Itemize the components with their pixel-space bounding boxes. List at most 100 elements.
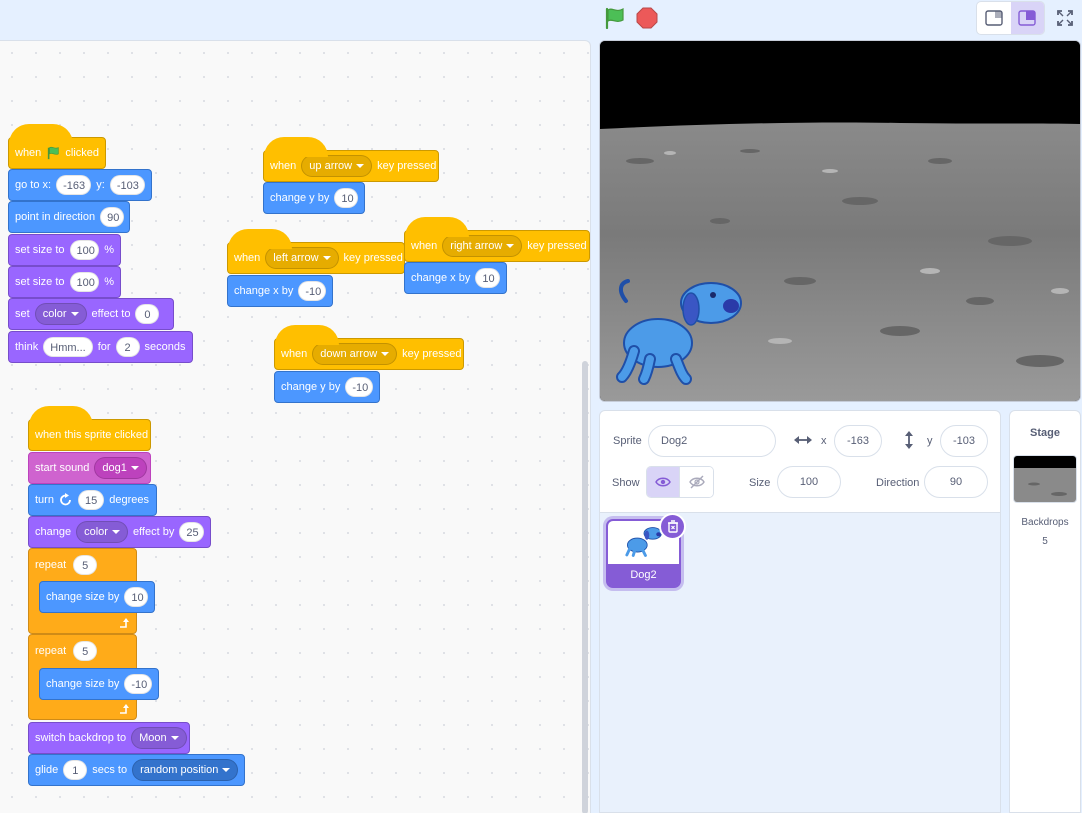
turn-degrees-block[interactable]: turn 15 degrees	[28, 484, 157, 516]
block-text: effect by	[132, 526, 175, 538]
change-input[interactable]: -10	[298, 281, 326, 301]
dropdown-text: right arrow	[450, 240, 503, 252]
delete-sprite-button[interactable]	[659, 513, 686, 540]
change-input[interactable]: -10	[345, 377, 373, 397]
key-dropdown[interactable]: left arrow	[265, 247, 339, 269]
glide-target-dropdown[interactable]: random position	[132, 759, 239, 781]
think-text-input[interactable]: Hmm...	[43, 337, 93, 357]
when-key-pressed-block[interactable]: when right arrow key pressed	[404, 217, 590, 262]
direction-input[interactable]: 90	[100, 207, 125, 227]
change-input[interactable]: 10	[475, 268, 500, 288]
set-size-block[interactable]: set size to 100 %	[8, 266, 121, 298]
dropdown-text: left arrow	[273, 252, 319, 264]
show-button[interactable]	[647, 467, 681, 497]
block-text: for	[97, 341, 111, 353]
stage-title: Stage	[1030, 427, 1060, 439]
when-key-pressed-block[interactable]: when left arrow key pressed	[227, 229, 405, 274]
size-input[interactable]: 100	[69, 272, 100, 292]
block-text: set size to	[15, 276, 65, 288]
block-text: when	[411, 240, 438, 252]
block-text: when this sprite clicked	[35, 429, 149, 441]
backdrops-label: Backdrops	[1021, 517, 1069, 528]
code-workspace[interactable]: when clicked go to x: -163 y: -103 point…	[0, 40, 591, 813]
stop-button[interactable]	[636, 7, 658, 29]
when-key-pressed-block[interactable]: when up arrow key pressed	[263, 137, 439, 182]
sprite-list: Dog2	[600, 513, 1000, 812]
set-effect-block[interactable]: set color effect to 0	[8, 298, 174, 330]
horizontal-arrows-icon	[794, 436, 812, 444]
sprite-name-field[interactable]: Dog2	[648, 425, 776, 457]
stage-selector[interactable]: Stage Backdrops 5	[1009, 410, 1081, 813]
stop-icon	[636, 7, 658, 29]
change-y-block[interactable]: change y by 10	[263, 182, 365, 214]
workspace-scrollbar[interactable]	[582, 361, 588, 813]
block-text: change y by	[270, 192, 330, 204]
switch-backdrop-block[interactable]: switch backdrop to Moon	[28, 722, 190, 754]
chevron-down-icon	[506, 244, 515, 248]
start-sound-block[interactable]: start sound dog1	[28, 452, 151, 484]
when-key-pressed-block[interactable]: when down arrow key pressed	[274, 325, 464, 370]
size-change-input[interactable]: -10	[124, 674, 152, 694]
visibility-toggle	[646, 466, 714, 498]
sound-dropdown[interactable]: dog1	[94, 457, 147, 479]
change-y-block[interactable]: change y by -10	[274, 371, 380, 403]
change-effect-block[interactable]: change color effect by 25	[28, 516, 211, 548]
go-to-xy-block[interactable]: go to x: -163 y: -103	[8, 169, 152, 201]
effect-input[interactable]: 0	[135, 304, 160, 324]
block-text: effect to	[91, 308, 131, 320]
block-text: seconds	[144, 341, 186, 353]
change-input[interactable]: 10	[334, 188, 359, 208]
degrees-input[interactable]: 15	[77, 490, 105, 510]
large-stage-button[interactable]	[1010, 2, 1044, 34]
small-stage-icon	[985, 10, 1003, 26]
x-label: x	[821, 435, 827, 447]
green-flag-button[interactable]	[603, 7, 627, 30]
repeat-count-input[interactable]: 5	[73, 555, 98, 575]
size-field[interactable]: 100	[777, 466, 841, 498]
think-for-secs-block[interactable]: think Hmm... for 2 seconds	[8, 331, 193, 363]
glide-secs-input[interactable]: 1	[63, 760, 88, 780]
when-sprite-clicked-block[interactable]: when this sprite clicked	[28, 406, 151, 451]
moon-backdrop	[600, 41, 1080, 401]
block-text: change x by	[411, 272, 471, 284]
key-dropdown[interactable]: up arrow	[301, 155, 373, 177]
chevron-down-icon	[222, 768, 231, 772]
block-text: key pressed	[343, 252, 403, 264]
small-stage-button[interactable]	[977, 2, 1011, 34]
glide-block[interactable]: glide 1 secs to random position	[28, 754, 245, 786]
block-text: key pressed	[377, 160, 437, 172]
backdrop-dropdown[interactable]: Moon	[131, 727, 187, 749]
effect-dropdown[interactable]: color	[76, 521, 128, 543]
sprite-tile-name: Dog2	[608, 564, 679, 586]
change-size-block[interactable]: change size by -10	[39, 668, 159, 700]
point-in-direction-block[interactable]: point in direction 90	[8, 201, 130, 233]
direction-field[interactable]: 90	[924, 466, 988, 498]
repeat-count-input[interactable]: 5	[73, 641, 98, 661]
change-x-block[interactable]: change x by 10	[404, 262, 507, 294]
fullscreen-button[interactable]	[1048, 1, 1081, 35]
change-size-block[interactable]: change size by 10	[39, 581, 155, 613]
set-size-block[interactable]: set size to 100 %	[8, 234, 121, 266]
block-text: secs to	[92, 764, 128, 776]
block-text: switch backdrop to	[35, 732, 127, 744]
hide-button[interactable]	[680, 467, 713, 497]
when-flag-clicked-block[interactable]: when clicked	[8, 124, 106, 169]
dog-thumbnail-icon	[624, 527, 662, 557]
effect-input[interactable]: 25	[179, 522, 204, 542]
y-field[interactable]: -103	[940, 425, 988, 457]
effect-dropdown[interactable]: color	[34, 303, 87, 325]
change-x-block[interactable]: change x by -10	[227, 275, 333, 307]
y-label: y	[927, 435, 933, 447]
size-change-input[interactable]: 10	[124, 587, 149, 607]
seconds-input[interactable]: 2	[115, 337, 140, 357]
x-field[interactable]: -163	[834, 425, 882, 457]
key-dropdown[interactable]: right arrow	[442, 235, 523, 257]
x-input[interactable]: -163	[56, 175, 92, 195]
sprite-info: Sprite Dog2 x -163 y -103 Show Size 100 …	[600, 411, 1000, 513]
stage-canvas[interactable]	[599, 40, 1081, 402]
size-input[interactable]: 100	[69, 240, 100, 260]
y-input[interactable]: -103	[109, 175, 145, 195]
key-dropdown[interactable]: down arrow	[312, 343, 398, 365]
backdrop-thumbnail[interactable]	[1013, 455, 1077, 503]
chevron-down-icon	[130, 466, 139, 470]
